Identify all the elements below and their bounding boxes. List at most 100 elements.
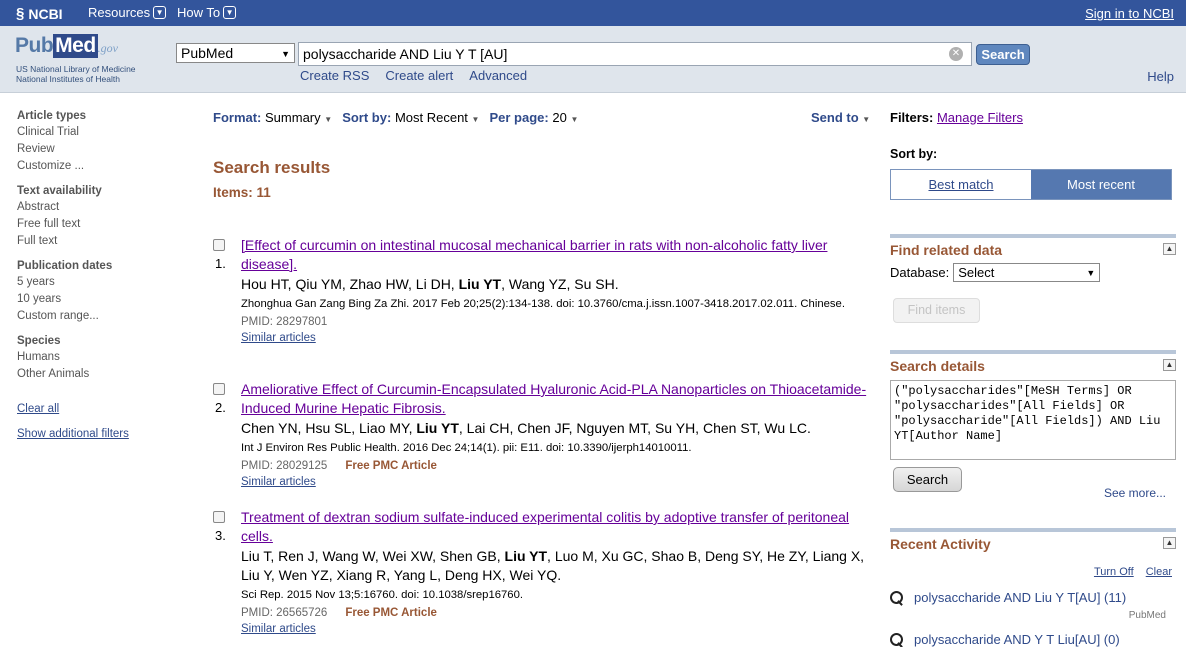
recent-activity-item[interactable]: polysaccharide AND Liu Y T[AU] (11) <box>890 590 1126 605</box>
highlighted-author: Liu YT <box>416 420 459 436</box>
howto-menu[interactable]: How To ▼ <box>177 5 237 20</box>
free-pmc-article-link[interactable]: Free PMC Article <box>345 607 437 619</box>
per-page-menu[interactable]: Per page: 20 ▼ <box>489 110 578 125</box>
similar-articles-link[interactable]: Similar articles <box>241 474 873 490</box>
database-select[interactable]: PubMed ▼ <box>176 43 295 63</box>
recent-activity-portlet: Recent Activity ▲ Turn Off Clear polysac… <box>890 528 1176 647</box>
search-details-portlet: Search details ▲ ("polysaccharides"[MeSH… <box>890 350 1176 500</box>
search-input[interactable]: polysaccharide AND Liu Y T [AU] ✕ <box>298 42 972 66</box>
show-additional-filters-link[interactable]: Show additional filters <box>17 428 187 440</box>
result-checkbox[interactable] <box>213 511 225 523</box>
authors-text: Hou HT, Qiu YM, Zhao HW, Li DH, <box>241 276 459 292</box>
howto-menu-label: How To <box>177 5 221 20</box>
search-query-text: polysaccharide AND Liu Y T [AU] <box>303 46 508 62</box>
collapse-toggle-icon[interactable]: ▲ <box>1163 537 1176 549</box>
filter-group-article-types: Article types Clinical Trial Review Cust… <box>17 110 187 175</box>
result-checkbox[interactable] <box>213 239 225 251</box>
dna-helix-icon: § <box>16 5 25 22</box>
filter-humans[interactable]: Humans <box>17 349 187 366</box>
tab-most-recent[interactable]: Most recent <box>1031 170 1171 199</box>
result-number: 1. <box>215 256 226 271</box>
pubmed-logo[interactable]: PubMed .gov <box>15 34 118 58</box>
result-title-link[interactable]: Ameliorative Effect of Curcumin-Encapsul… <box>241 380 873 418</box>
filter-free-full-text[interactable]: Free full text <box>17 216 187 233</box>
clear-search-icon[interactable]: ✕ <box>949 47 963 61</box>
send-to-menu[interactable]: Send to ▼ <box>811 110 870 125</box>
filter-5-years[interactable]: 5 years <box>17 274 187 291</box>
sign-in-link[interactable]: Sign in to NCBI <box>1085 6 1174 21</box>
format-value: Summary <box>265 110 321 125</box>
recent-activity-controls: Turn Off Clear <box>1094 566 1172 578</box>
result-pmid-line: PMID: 28297801 <box>241 314 873 330</box>
search-details-textarea[interactable]: ("polysaccharides"[MeSH Terms] OR "polys… <box>890 380 1176 460</box>
format-label: Format: <box>213 110 262 125</box>
result-pmid-line: PMID: 28029125 Free PMC Article <box>241 458 873 474</box>
caret-down-icon: ▼ <box>324 115 333 124</box>
filter-group-publication-dates: Publication dates 5 years 10 years Custo… <box>17 260 187 325</box>
search-details-title: Search details <box>890 358 985 374</box>
filter-review[interactable]: Review <box>17 141 187 158</box>
turn-off-link[interactable]: Turn Off <box>1094 566 1134 578</box>
authors-text: Chen YN, Hsu SL, Liao MY, <box>241 420 417 436</box>
search-sub-links: Create RSS Create alert Advanced <box>300 68 527 83</box>
display-settings-bar: Format: Summary ▼ Sort by: Most Recent ▼… <box>213 110 578 125</box>
filter-full-text[interactable]: Full text <box>17 233 187 250</box>
ncbi-logo[interactable]: § NCBI <box>16 5 63 22</box>
format-menu[interactable]: Format: Summary ▼ <box>213 110 332 125</box>
sort-label: Sort by: <box>342 110 392 125</box>
result-title-link[interactable]: [Effect of curcumin on intestinal mucosa… <box>241 236 873 274</box>
clear-all-link[interactable]: Clear all <box>17 403 187 415</box>
caret-down-icon: ▼ <box>570 115 579 124</box>
filter-clinical-trial[interactable]: Clinical Trial <box>17 124 187 141</box>
resources-menu[interactable]: Resources ▼ <box>88 5 167 20</box>
manage-filters-link[interactable]: Manage Filters <box>937 110 1023 125</box>
filter-custom-range[interactable]: Custom range... <box>17 308 187 325</box>
collapse-toggle-icon[interactable]: ▲ <box>1163 243 1176 255</box>
resources-menu-label: Resources <box>88 5 151 20</box>
search-icon <box>890 590 904 605</box>
filter-abstract[interactable]: Abstract <box>17 199 187 216</box>
search-header: PubMed .gov US National Library of Medici… <box>0 26 1186 93</box>
related-database-select[interactable]: Select ▼ <box>953 263 1101 282</box>
sort-menu[interactable]: Sort by: Most Recent ▼ <box>342 110 479 125</box>
similar-articles-link[interactable]: Similar articles <box>241 330 873 346</box>
filters-line: Filters: Manage Filters <box>890 110 1176 125</box>
tab-best-match[interactable]: Best match <box>891 170 1031 199</box>
see-more-link[interactable]: See more... <box>1104 486 1166 500</box>
items-count: Items: 11 <box>213 185 271 200</box>
filter-10-years[interactable]: 10 years <box>17 291 187 308</box>
filter-sidebar: Article types Clinical Trial Review Cust… <box>17 110 187 440</box>
find-related-data-portlet: Find related data ▲ Database: Select ▼ F… <box>890 234 1176 323</box>
similar-articles-link[interactable]: Similar articles <box>241 621 873 637</box>
database-label: Database: <box>890 265 950 280</box>
collapse-toggle-icon[interactable]: ▲ <box>1163 359 1176 371</box>
create-rss-link[interactable]: Create RSS <box>300 68 369 83</box>
result-item: 1. [Effect of curcumin on intestinal muc… <box>213 236 873 346</box>
result-authors: Liu T, Ren J, Wang W, Wei XW, Shen GB, L… <box>241 547 873 585</box>
filter-other-animals[interactable]: Other Animals <box>17 366 187 383</box>
filter-group-title: Article types <box>17 110 87 122</box>
clear-link[interactable]: Clear <box>1146 566 1172 578</box>
help-link[interactable]: Help <box>1147 69 1174 84</box>
result-checkbox[interactable] <box>213 383 225 395</box>
free-pmc-article-link[interactable]: Free PMC Article <box>345 460 437 472</box>
nlm-nih-text: US National Library of Medicine National… <box>16 64 136 84</box>
authors-text: Liu T, Ren J, Wang W, Wei XW, Shen GB, <box>241 548 505 564</box>
per-page-value: 20 <box>552 110 567 125</box>
search-button[interactable]: Search <box>976 44 1030 65</box>
result-pmid: PMID: 28029125 <box>241 460 328 472</box>
find-items-button[interactable]: Find items <box>893 298 980 323</box>
search-details-button[interactable]: Search <box>893 467 962 492</box>
search-results-title: Search results <box>213 158 331 177</box>
recent-activity-item[interactable]: polysaccharide AND Y T Liu[AU] (0) <box>890 632 1120 647</box>
advanced-search-link[interactable]: Advanced <box>469 68 527 83</box>
result-item: 3. Treatment of dextran sodium sulfate-i… <box>213 508 873 637</box>
filter-customize[interactable]: Customize ... <box>17 158 187 175</box>
create-alert-link[interactable]: Create alert <box>385 68 453 83</box>
related-database-value: Select <box>958 265 995 280</box>
authors-text: , Lai CH, Chen JF, Nguyen MT, Su YH, Che… <box>458 420 811 436</box>
result-citation: Sci Rep. 2015 Nov 13;5:16760. doi: 10.10… <box>241 589 524 601</box>
authors-text: , Wang YZ, Su SH. <box>501 276 619 292</box>
nlm-text: US National Library of Medicine <box>16 64 136 74</box>
result-title-link[interactable]: Treatment of dextran sodium sulfate-indu… <box>241 508 873 546</box>
